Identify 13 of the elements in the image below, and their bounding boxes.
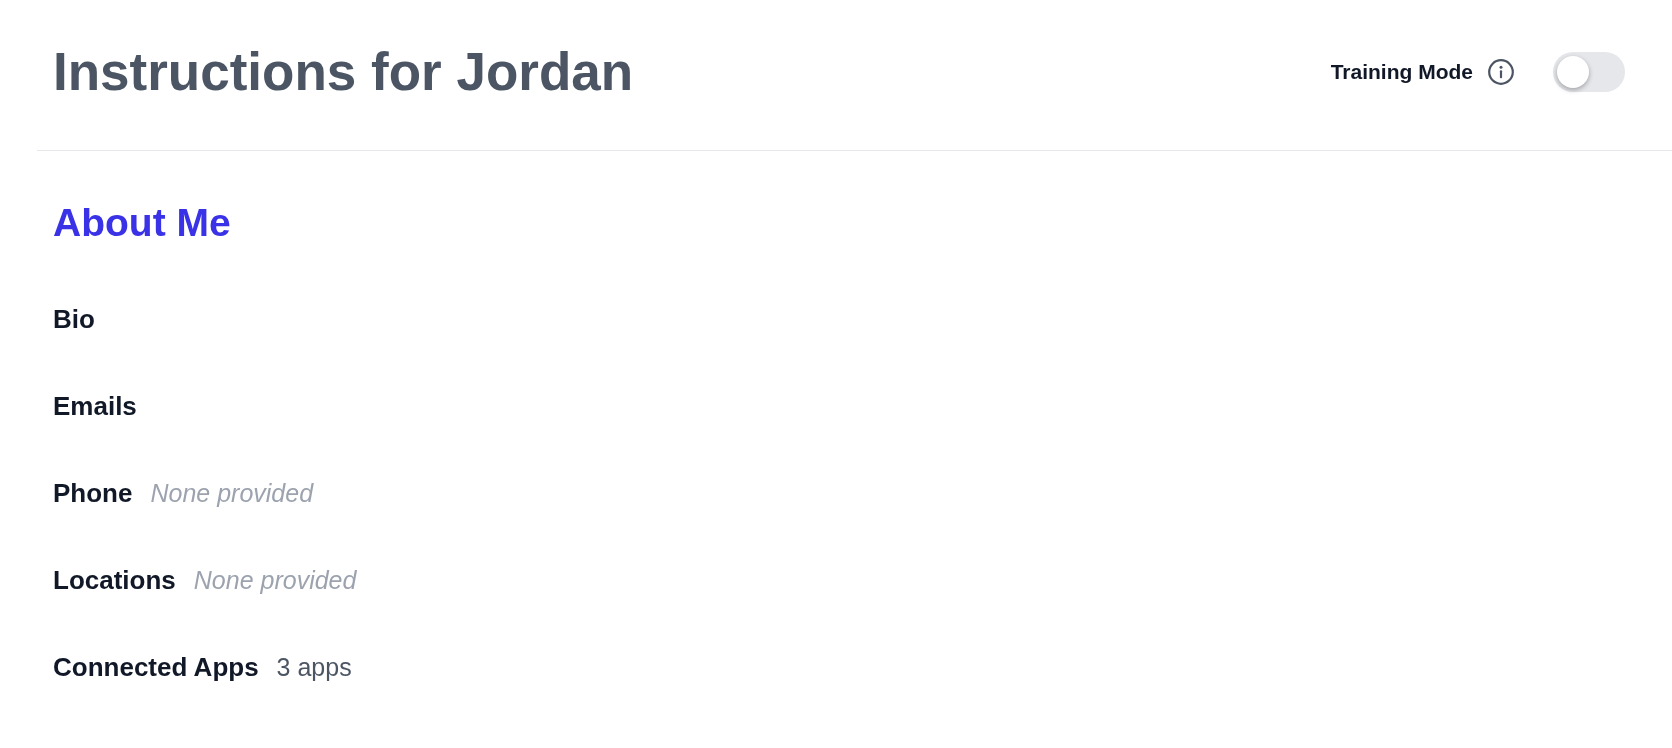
training-mode-toggle[interactable] [1553,51,1625,92]
field-value: 3 apps [276,652,352,684]
section-title: About Me [53,199,232,246]
field-value: None provided [193,565,357,597]
page-title: Instructions for Jordan [53,41,634,103]
field-label: Bio [53,303,95,336]
field-label: Connected Apps [53,651,259,684]
field-value: None provided [150,478,314,510]
field-label: Locations [53,564,176,597]
field-label: Phone [53,477,133,510]
field-label: Emails [53,390,137,423]
training-mode-label: Training Mode [1330,59,1473,86]
info-icon[interactable] [1488,58,1514,85]
